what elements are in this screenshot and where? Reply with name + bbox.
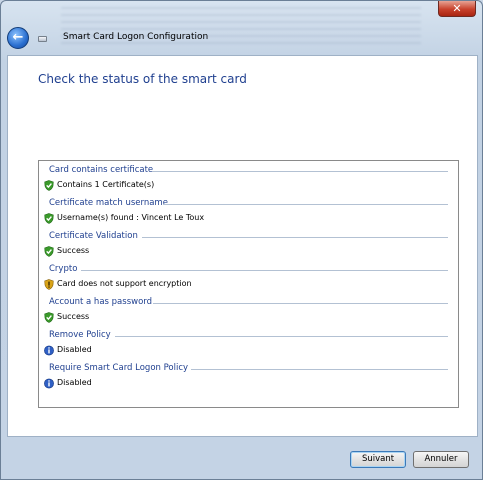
group-separator <box>153 303 448 304</box>
check-group-card-contains-certificate: Card contains certificate Contains 1 Cer… <box>39 165 458 197</box>
check-result-text: Card does not support encryption <box>57 279 192 288</box>
group-separator <box>152 171 448 172</box>
smart-card-icon <box>38 36 47 42</box>
back-button[interactable]: ← <box>7 27 29 49</box>
check-result-text: Success <box>57 246 90 255</box>
check-result-text: Disabled <box>57 345 92 354</box>
group-separator <box>163 204 448 205</box>
wizard-footer: Suivant Annuler <box>1 443 482 479</box>
next-button[interactable]: Suivant <box>350 451 406 468</box>
check-group-account-password: Account a has password Success <box>39 297 458 329</box>
group-title: Remove Policy <box>49 330 111 340</box>
check-group-crypto: Crypto Card does not support encryption <box>39 264 458 296</box>
group-separator <box>115 336 448 337</box>
success-shield-icon <box>44 246 54 257</box>
wizard-window: ✕ ← Smart Card Logon Configuration Check… <box>0 0 483 480</box>
group-separator <box>142 237 448 238</box>
cancel-button[interactable]: Annuler <box>413 451 469 468</box>
check-group-certificate-validation: Certificate Validation Success <box>39 231 458 263</box>
success-shield-icon <box>44 180 54 191</box>
group-title: Certificate Validation <box>49 231 138 241</box>
wizard-page: Check the status of the smart card Card … <box>7 55 478 437</box>
check-group-certificate-match-username: Certificate match username Username(s) f… <box>39 198 458 230</box>
warning-shield-icon <box>44 279 54 290</box>
page-heading: Check the status of the smart card <box>38 72 247 86</box>
group-separator <box>81 270 448 271</box>
close-button[interactable]: ✕ <box>438 1 476 17</box>
wizard-header: ← Smart Card Logon Configuration <box>7 27 477 51</box>
success-shield-icon <box>44 213 54 224</box>
check-group-remove-policy: Remove Policy Disabled <box>39 330 458 362</box>
success-shield-icon <box>44 312 54 323</box>
check-result-text: Username(s) found : Vincent Le Toux <box>57 213 205 222</box>
title-bar[interactable]: ✕ <box>1 1 482 47</box>
check-result-text: Success <box>57 312 90 321</box>
group-title: Certificate match username <box>49 198 168 208</box>
info-icon <box>44 378 54 389</box>
group-title: Card contains certificate <box>49 165 154 175</box>
info-icon <box>44 345 54 356</box>
status-check-list: Card contains certificate Contains 1 Cer… <box>38 160 459 408</box>
window-title: Smart Card Logon Configuration <box>63 32 209 42</box>
check-result-text: Contains 1 Certificate(s) <box>57 180 155 189</box>
check-result-text: Disabled <box>57 378 92 387</box>
group-title: Crypto <box>49 264 78 274</box>
group-title: Account a has password <box>49 297 153 307</box>
back-arrow-icon: ← <box>12 30 24 45</box>
group-title: Require Smart Card Logon Policy <box>49 363 189 373</box>
group-separator <box>191 369 448 370</box>
check-group-require-smart-card-logon: Require Smart Card Logon Policy Disabled <box>39 363 458 395</box>
